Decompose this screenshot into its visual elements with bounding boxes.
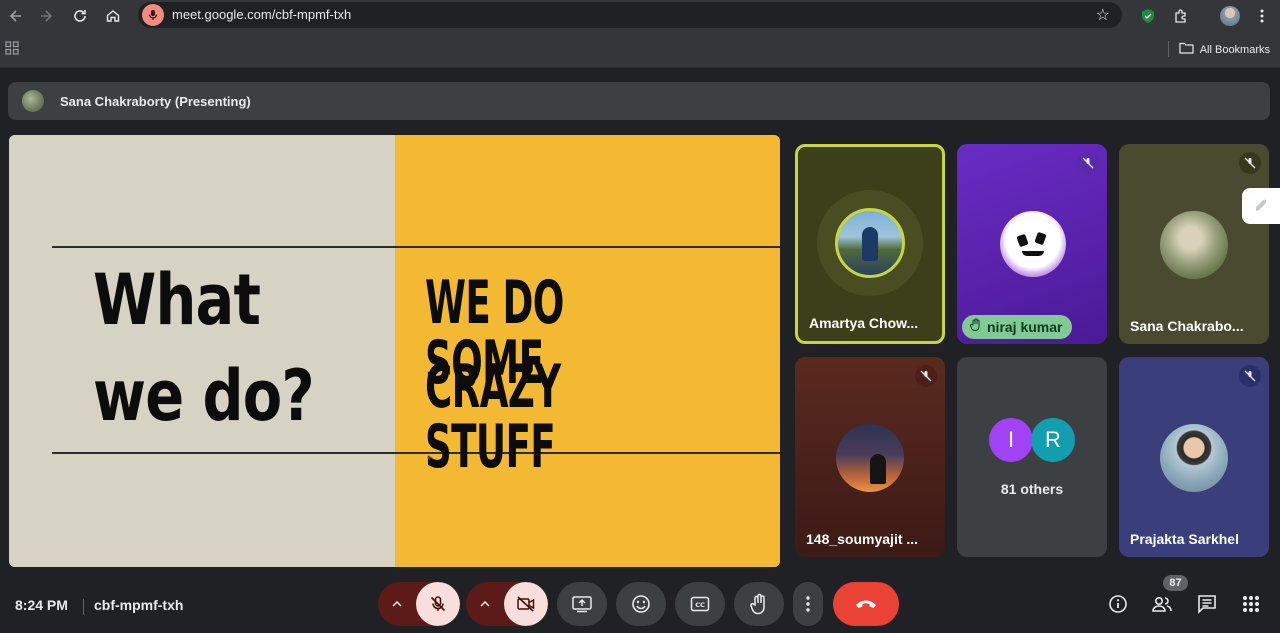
participant-tile[interactable]: 148_soumyajit ... bbox=[795, 357, 945, 557]
slide-bottom-rule bbox=[52, 452, 780, 454]
participant-tile[interactable]: Sana Chakrabo... bbox=[1119, 144, 1269, 344]
extensions-puzzle-icon[interactable] bbox=[1169, 4, 1193, 28]
browser-menu-icon[interactable] bbox=[1250, 4, 1274, 28]
participant-avatar bbox=[835, 208, 905, 278]
bookmarks-divider bbox=[1168, 41, 1169, 57]
chat-icon bbox=[1198, 595, 1216, 614]
mic-in-use-icon[interactable] bbox=[142, 4, 164, 26]
cursor-icon: ⌖ bbox=[427, 453, 433, 464]
raised-hand-icon bbox=[970, 318, 982, 336]
participant-avatar bbox=[1160, 424, 1228, 492]
others-tile[interactable]: I R 81 others bbox=[957, 357, 1107, 557]
presenting-banner: Sana Chakraborty (Presenting) bbox=[8, 82, 1270, 120]
camera-off-icon bbox=[517, 596, 535, 612]
meeting-code[interactable]: cbf-mpmf-txh bbox=[94, 597, 183, 613]
slide-left-panel bbox=[9, 135, 395, 567]
hand-raised-badge: niraj kumar bbox=[962, 315, 1073, 339]
slide-left-line-1: What bbox=[93, 259, 261, 341]
mic-control-group bbox=[378, 582, 460, 626]
participant-tile[interactable]: Prajakta Sarkhel bbox=[1119, 357, 1269, 557]
apps-grid-icon[interactable] bbox=[5, 41, 19, 60]
extension-shield-icon[interactable] bbox=[1136, 4, 1160, 28]
participant-avatar bbox=[1160, 211, 1228, 279]
info-icon bbox=[1109, 595, 1127, 613]
avatar-eye bbox=[1016, 233, 1029, 248]
bottom-divider bbox=[83, 599, 84, 615]
mic-off-icon bbox=[915, 365, 937, 387]
mic-off-icon bbox=[1239, 365, 1261, 387]
presenter-avatar bbox=[22, 90, 44, 112]
url-text[interactable]: meet.google.com/cbf-mpmf-txh bbox=[172, 7, 351, 22]
camera-toggle-button[interactable] bbox=[504, 582, 548, 626]
mic-off-icon bbox=[1239, 152, 1261, 174]
chat-button[interactable] bbox=[1191, 588, 1223, 620]
mic-options-chevron-icon[interactable] bbox=[378, 582, 416, 626]
all-bookmarks-button[interactable]: All Bookmarks bbox=[1179, 42, 1270, 57]
participant-initial-avatar: I bbox=[989, 418, 1033, 462]
end-call-icon bbox=[856, 600, 876, 608]
participant-tile[interactable]: Amartya Chow... bbox=[795, 144, 945, 344]
profile-avatar[interactable] bbox=[1218, 4, 1242, 28]
participant-tile[interactable]: niraj kumar bbox=[957, 144, 1107, 344]
avatar-mouth bbox=[1022, 251, 1044, 256]
meeting-time: 8:24 PM bbox=[15, 597, 68, 613]
captions-button[interactable]: CC bbox=[675, 582, 725, 626]
mic-toggle-button[interactable] bbox=[416, 582, 460, 626]
people-count-badge: 87 bbox=[1163, 575, 1188, 591]
all-bookmarks-label: All Bookmarks bbox=[1199, 43, 1270, 56]
folder-icon bbox=[1179, 42, 1194, 57]
more-vert-icon bbox=[806, 596, 810, 612]
participant-name: niraj kumar bbox=[987, 319, 1063, 335]
companion-panel-button[interactable] bbox=[1242, 188, 1280, 224]
people-button[interactable] bbox=[1146, 588, 1178, 620]
bookmarks-bar: All Bookmarks bbox=[0, 32, 1280, 68]
present-screen-button[interactable] bbox=[557, 582, 607, 626]
camera-options-chevron-icon[interactable] bbox=[466, 582, 504, 626]
captions-icon: CC bbox=[690, 596, 710, 612]
emoji-icon bbox=[632, 595, 650, 613]
participant-name: Prajakta Sarkhel bbox=[1130, 531, 1239, 547]
participant-avatar bbox=[1000, 211, 1066, 277]
participant-initial-avatar: R bbox=[1031, 418, 1075, 462]
back-icon[interactable] bbox=[4, 4, 28, 28]
raise-hand-button[interactable] bbox=[734, 582, 784, 626]
activities-button[interactable] bbox=[1235, 588, 1267, 620]
presentation-slide: What we do? WE DO SOME CRAZY STUFF ⌖ bbox=[9, 135, 780, 567]
meet-window: Sana Chakraborty (Presenting) What we do… bbox=[0, 68, 1280, 633]
participant-avatar bbox=[836, 424, 904, 492]
meeting-details-button[interactable] bbox=[1102, 588, 1134, 620]
avatar-figure bbox=[862, 227, 878, 261]
slide-right-line-2: CRAZY STUFF bbox=[425, 352, 561, 482]
rocket-icon bbox=[1256, 199, 1267, 211]
slide-top-rule bbox=[52, 246, 780, 248]
browser-toolbar: meet.google.com/cbf-mpmf-txh ☆ bbox=[0, 0, 1280, 32]
mic-off-icon bbox=[1077, 152, 1099, 174]
mic-off-icon bbox=[430, 596, 446, 612]
avatar-eye bbox=[1034, 231, 1047, 246]
avatar-silhouette bbox=[870, 454, 886, 484]
raise-hand-icon bbox=[750, 593, 765, 615]
participant-name: 148_soumyajit ... bbox=[806, 531, 919, 547]
presenting-label: Sana Chakraborty (Presenting) bbox=[60, 93, 251, 109]
slide-left-line-2: we do? bbox=[93, 355, 315, 437]
svg-text:CC: CC bbox=[695, 601, 705, 609]
leave-call-button[interactable] bbox=[833, 582, 899, 626]
apps-grid-icon bbox=[1243, 596, 1259, 612]
present-screen-icon bbox=[572, 596, 592, 613]
home-icon[interactable] bbox=[101, 4, 125, 28]
forward-icon[interactable] bbox=[34, 4, 58, 28]
reactions-button[interactable] bbox=[616, 582, 666, 626]
more-options-button[interactable] bbox=[793, 582, 823, 626]
participant-name: Sana Chakrabo... bbox=[1130, 318, 1244, 334]
participant-name: Amartya Chow... bbox=[809, 315, 919, 331]
camera-control-group bbox=[466, 582, 548, 626]
others-count-label: 81 others bbox=[1000, 481, 1064, 497]
reload-icon[interactable] bbox=[68, 4, 92, 28]
people-icon bbox=[1152, 596, 1172, 612]
address-bar[interactable]: meet.google.com/cbf-mpmf-txh ☆ bbox=[138, 2, 1122, 28]
bookmark-star-icon[interactable]: ☆ bbox=[1096, 5, 1110, 25]
